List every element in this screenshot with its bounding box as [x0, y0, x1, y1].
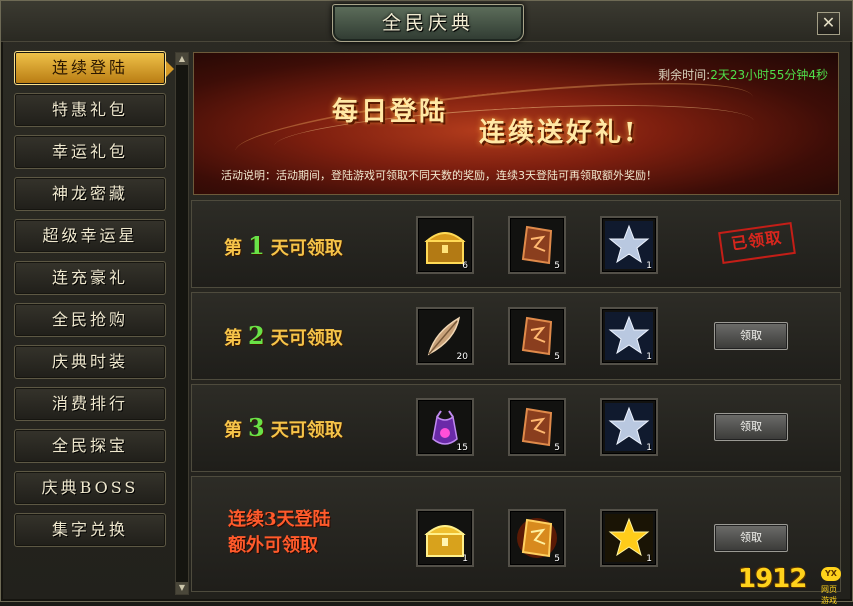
- sidebar-item-super-lucky-star[interactable]: 超级幸运星: [14, 219, 166, 253]
- bonus-line-2: 额外可领取: [228, 535, 318, 556]
- day-number: 1: [248, 231, 265, 260]
- banner-title-2: 连续送好礼!: [479, 118, 639, 148]
- sidebar: 连续登陆 特惠礼包 幸运礼包 神龙密藏 超级幸运星 连充豪礼 全民抢购 庆典时装…: [10, 48, 174, 595]
- sidebar-item-spending-rank[interactable]: 消费排行: [14, 387, 166, 421]
- day-number: 2: [248, 321, 265, 350]
- sidebar-item-fashion[interactable]: 庆典时装: [14, 345, 166, 379]
- row-suffix: 天可领取: [270, 420, 343, 441]
- item-count: 5: [554, 352, 560, 362]
- row-prefix: 第: [224, 420, 242, 441]
- timer-value: 2天23小时55分钟4秒: [710, 68, 828, 82]
- sidebar-item-recharge-gift[interactable]: 连充豪礼: [14, 261, 166, 295]
- claimed-stamp: 已领取: [718, 222, 796, 264]
- event-window: 全民庆典 ✕ 连续登陆 特惠礼包 幸运礼包 神龙密藏 超级幸运星 连充豪礼 全民…: [0, 0, 853, 605]
- reward-slot[interactable]: 1: [600, 307, 658, 365]
- reward-slot[interactable]: 1: [416, 509, 474, 567]
- bonus-line-1: 连续3天登陆: [228, 509, 331, 530]
- item-count: 5: [554, 554, 560, 564]
- reward-slot[interactable]: 1: [600, 509, 658, 567]
- reward-slot[interactable]: 15: [416, 398, 474, 456]
- item-count: 5: [554, 443, 560, 453]
- item-count: 1: [462, 554, 468, 564]
- item-count: 1: [646, 443, 652, 453]
- site-logo: 1912 YX 网页游戏: [738, 564, 842, 605]
- item-count: 1: [646, 554, 652, 564]
- reward-slot[interactable]: 5: [508, 216, 566, 274]
- reward-slot[interactable]: 5: [508, 509, 566, 567]
- reward-row-day-3: 第 3 天可领取 15 5 1 领取: [191, 384, 841, 472]
- logo-badge: YX: [821, 567, 841, 581]
- bonus-label: 连续3天登陆 额外可领取: [228, 507, 331, 559]
- logo-subtitle: 网页游戏: [821, 585, 837, 605]
- sidebar-item-special-pack[interactable]: 特惠礼包: [14, 93, 166, 127]
- sidebar-item-boss[interactable]: 庆典BOSS: [14, 471, 166, 505]
- day-number: 3: [248, 413, 265, 442]
- row-suffix: 天可领取: [270, 238, 343, 259]
- reward-slot[interactable]: 5: [508, 398, 566, 456]
- event-banner: 剩余时间:2天23小时55分钟4秒 每日登陆 连续送好礼! 活动说明：活动期间，…: [193, 52, 839, 195]
- sidebar-item-login[interactable]: 连续登陆: [14, 51, 174, 85]
- sidebar-item-word-exchange[interactable]: 集字兑换: [14, 513, 166, 547]
- claim-button[interactable]: 领取: [714, 413, 788, 441]
- row-label: 第 3 天可领取: [224, 413, 343, 442]
- item-count: 15: [456, 443, 468, 453]
- sidebar-item-flash-sale[interactable]: 全民抢购: [14, 303, 166, 337]
- item-count: 5: [554, 261, 560, 271]
- title-plate: 全民庆典: [332, 4, 524, 42]
- window-title: 全民庆典: [381, 12, 474, 34]
- sidebar-item-treasure-hunt[interactable]: 全民探宝: [14, 429, 166, 463]
- reward-row-day-1: 第 1 天可领取 6 5 1 已领取: [191, 200, 841, 288]
- item-count: 20: [456, 352, 468, 362]
- row-label: 第 2 天可领取: [224, 321, 343, 350]
- item-count: 1: [646, 352, 652, 362]
- scroll-down-button[interactable]: ▼: [176, 582, 188, 594]
- reward-slot[interactable]: 5: [508, 307, 566, 365]
- timer-label: 剩余时间:: [658, 68, 711, 82]
- scrollbar[interactable]: ▲ ▼: [175, 52, 189, 595]
- sidebar-item-dragon-treasure[interactable]: 神龙密藏: [14, 177, 166, 211]
- reward-slot[interactable]: 1: [600, 398, 658, 456]
- row-prefix: 第: [224, 328, 242, 349]
- event-description: 活动说明：活动期间，登陆游戏可领取不同天数的奖励，连续3天登陆可再领取额外奖励！: [221, 169, 657, 182]
- reward-slot[interactable]: 20: [416, 307, 474, 365]
- reward-slot[interactable]: 1: [600, 216, 658, 274]
- logo-number: 1912: [738, 564, 807, 594]
- countdown-timer: 剩余时间:2天23小时55分钟4秒: [658, 66, 828, 83]
- row-label: 第 1 天可领取: [224, 231, 343, 260]
- claim-button[interactable]: 领取: [714, 524, 788, 552]
- sidebar-item-lucky-pack[interactable]: 幸运礼包: [14, 135, 166, 169]
- reward-row-day-2: 第 2 天可领取 20 5 1 领取: [191, 292, 841, 380]
- claim-button[interactable]: 领取: [714, 322, 788, 350]
- title-bar: 全民庆典 ✕: [1, 1, 852, 42]
- item-count: 1: [646, 261, 652, 271]
- row-suffix: 天可领取: [270, 328, 343, 349]
- item-count: 6: [462, 261, 468, 271]
- banner-title-1: 每日登陆: [332, 97, 449, 127]
- close-button[interactable]: ✕: [817, 12, 840, 35]
- row-prefix: 第: [224, 238, 242, 259]
- reward-slot[interactable]: 6: [416, 216, 474, 274]
- scroll-up-button[interactable]: ▲: [176, 53, 188, 65]
